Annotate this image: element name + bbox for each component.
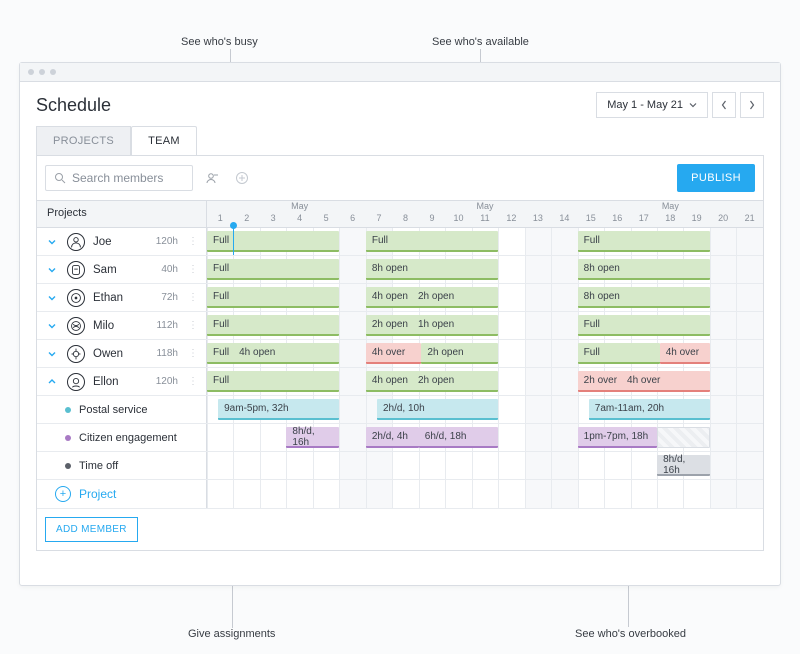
column-header-projects: Projects <box>37 201 207 227</box>
tab-team[interactable]: TEAM <box>131 126 197 156</box>
schedule-block[interactable]: 4h open2h open <box>366 371 498 392</box>
member-hours: 120h <box>156 376 178 387</box>
schedule-block[interactable]: 9am-5pm, 32h <box>218 399 339 420</box>
member-name: Owen <box>93 348 148 360</box>
member-name: Joe <box>93 236 148 248</box>
project-name: Time off <box>79 460 198 472</box>
today-marker <box>233 228 234 255</box>
traffic-light-icon <box>28 69 34 75</box>
schedule-block[interactable]: Full <box>207 315 339 336</box>
member-hours: 40h <box>161 264 178 275</box>
expand-toggle[interactable] <box>45 319 59 333</box>
schedule-block[interactable]: 7am-11am, 20h <box>589 399 710 420</box>
filter-button[interactable] <box>201 167 223 189</box>
window-titlebar <box>20 63 780 82</box>
prev-button[interactable] <box>712 92 736 118</box>
schedule-block[interactable] <box>657 427 710 448</box>
avatar-icon <box>67 233 85 251</box>
schedule-block[interactable]: 4h over <box>660 343 710 364</box>
schedule-block[interactable]: 2h over4h over <box>578 371 710 392</box>
schedule-block[interactable]: Full <box>366 231 498 252</box>
search-icon <box>54 172 66 184</box>
drag-handle-icon[interactable]: ⋮ <box>188 376 198 387</box>
schedule-block[interactable]: 2h open1h open <box>366 315 498 336</box>
schedule-block[interactable]: Full <box>207 231 339 252</box>
date-range-button[interactable]: May 1 - May 21 <box>596 92 708 118</box>
chevron-right-icon <box>749 100 755 110</box>
tab-projects[interactable]: PROJECTS <box>36 126 131 156</box>
avatar-icon <box>67 261 85 279</box>
member-hours: 112h <box>156 320 178 331</box>
member-name: Sam <box>93 264 153 276</box>
member-hours: 72h <box>161 292 178 303</box>
add-project-label: Project <box>79 487 116 501</box>
schedule-block[interactable]: Full <box>207 287 339 308</box>
expand-toggle[interactable] <box>45 235 59 249</box>
schedule-block[interactable]: Full <box>207 371 339 392</box>
avatar-icon <box>67 289 85 307</box>
schedule-block[interactable]: 8h/d, 16h <box>657 455 710 476</box>
annotation-assignments: Give assignments <box>188 628 275 640</box>
schedule-block[interactable]: Full <box>578 231 710 252</box>
expand-toggle[interactable] <box>45 291 59 305</box>
chevron-down-icon <box>689 101 697 109</box>
member-hours: 118h <box>156 348 178 359</box>
schedule-block[interactable]: Full4h open <box>207 343 339 364</box>
search-placeholder: Search members <box>72 171 163 185</box>
schedule-block[interactable]: 2h/d, 10h <box>377 399 498 420</box>
project-color-icon <box>65 463 71 469</box>
drag-handle-icon[interactable]: ⋮ <box>188 320 198 331</box>
drag-handle-icon[interactable]: ⋮ <box>188 348 198 359</box>
app-window: Schedule May 1 - May 21 PROJECTS TEAM <box>19 62 781 586</box>
traffic-light-icon <box>50 69 56 75</box>
project-color-icon <box>65 407 71 413</box>
drag-handle-icon[interactable]: ⋮ <box>188 264 198 275</box>
project-name: Postal service <box>79 404 198 416</box>
plus-circle-icon: + <box>55 486 71 502</box>
schedule-block[interactable]: Full <box>578 315 710 336</box>
member-hours: 120h <box>156 236 178 247</box>
expand-toggle[interactable] <box>45 375 59 389</box>
search-input[interactable]: Search members <box>45 165 193 191</box>
add-button[interactable] <box>231 167 253 189</box>
schedule-block[interactable]: 2h open <box>421 343 498 364</box>
avatar-icon <box>67 317 85 335</box>
publish-button[interactable]: PUBLISH <box>677 164 755 192</box>
expand-toggle[interactable] <box>45 263 59 277</box>
member-name: Ellon <box>93 376 148 388</box>
schedule-block[interactable]: Full <box>207 259 339 280</box>
date-range-label: May 1 - May 21 <box>607 99 683 111</box>
schedule-block[interactable]: 4h open2h open <box>366 287 498 308</box>
annotation-busy: See who's busy <box>181 36 258 48</box>
annotation-available: See who's available <box>432 36 529 48</box>
schedule-block[interactable]: 8h open <box>578 287 710 308</box>
schedule-block[interactable]: Full <box>578 343 660 364</box>
page-title: Schedule <box>36 95 111 116</box>
member-name: Ethan <box>93 292 153 304</box>
drag-handle-icon[interactable]: ⋮ <box>188 236 198 247</box>
schedule-block[interactable]: 2h/d, 4h <box>366 427 419 448</box>
expand-toggle[interactable] <box>45 347 59 361</box>
annotation-overbooked: See who's overbooked <box>575 628 686 640</box>
next-button[interactable] <box>740 92 764 118</box>
add-member-button[interactable]: ADD MEMBER <box>45 517 138 542</box>
schedule-block[interactable]: 1pm-7pm, 18h <box>578 427 657 448</box>
avatar-icon <box>67 373 85 391</box>
schedule-block[interactable]: 8h/d, 16h <box>286 427 339 448</box>
add-project-button[interactable]: + Project <box>45 480 126 508</box>
member-name: Milo <box>93 320 148 332</box>
chevron-left-icon <box>721 100 727 110</box>
schedule-block[interactable]: 4h over <box>366 343 422 364</box>
project-name: Citizen engagement <box>79 432 198 444</box>
plus-circle-icon <box>235 171 249 185</box>
person-minus-icon <box>205 171 219 185</box>
avatar-icon <box>67 345 85 363</box>
traffic-light-icon <box>39 69 45 75</box>
schedule-block[interactable]: 8h open <box>578 259 710 280</box>
schedule-block[interactable]: 8h open <box>366 259 498 280</box>
project-color-icon <box>65 435 71 441</box>
drag-handle-icon[interactable]: ⋮ <box>188 292 198 303</box>
schedule-block[interactable]: 6h/d, 18h <box>419 427 498 448</box>
